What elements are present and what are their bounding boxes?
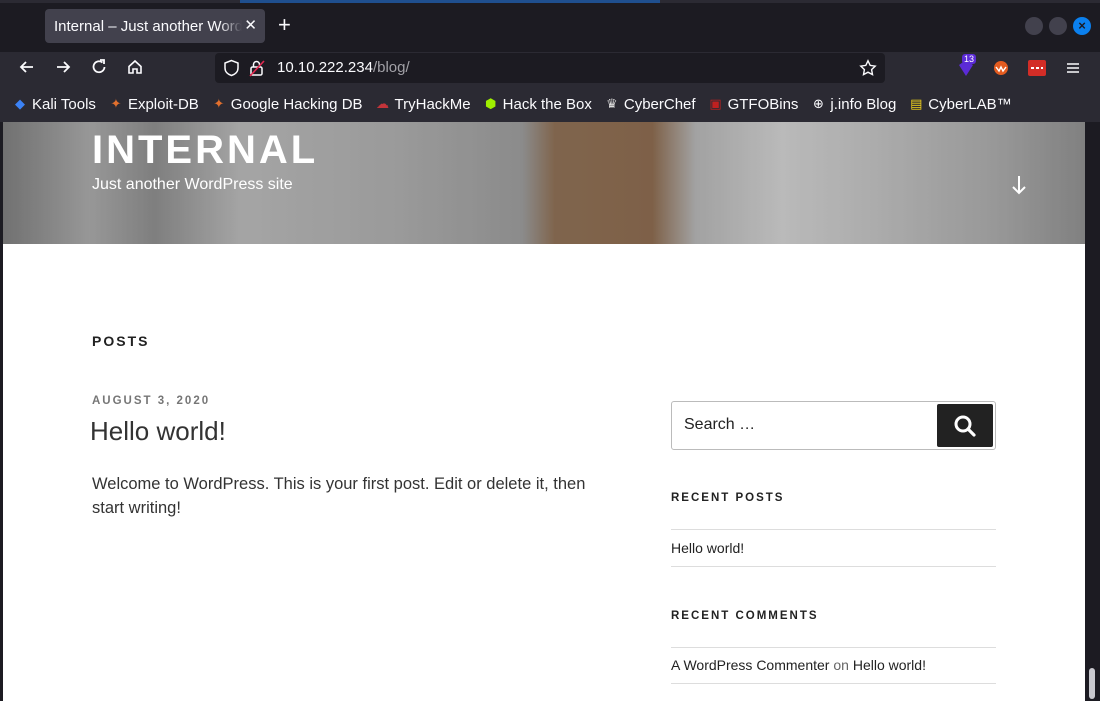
comment-author-link[interactable]: A WordPress Commenter xyxy=(671,657,829,673)
browser-titlebar: Internal – Just another WordPress site ✕… xyxy=(0,0,1100,52)
search-input[interactable]: Search … xyxy=(684,416,755,434)
browser-tab[interactable]: Internal – Just another WordPress site ✕ xyxy=(45,9,265,43)
tab-title: Internal – Just another WordPress site xyxy=(54,17,242,35)
cyberchef-icon: ♛ xyxy=(606,96,618,111)
divider xyxy=(671,566,996,567)
globe-icon: ⊕ xyxy=(812,96,824,111)
window-top-edge xyxy=(0,0,1100,3)
menu-icon[interactable] xyxy=(1064,59,1082,82)
window-close-button[interactable]: × xyxy=(1073,17,1091,35)
cyberlab-icon: ▤ xyxy=(910,96,923,111)
kali-icon: ◆ xyxy=(15,96,25,111)
address-bar[interactable]: 10.10.222.234/blog/ xyxy=(215,53,885,83)
home-icon[interactable] xyxy=(123,58,147,80)
htb-icon: ⬢ xyxy=(484,96,497,111)
bookmark-exploit-db[interactable]: ✦ Exploit-DB xyxy=(108,96,198,113)
wappalyzer-icon[interactable] xyxy=(992,59,1010,82)
recent-post-link[interactable]: Hello world! xyxy=(671,540,744,556)
gtfobins-icon: ▣ xyxy=(709,96,722,111)
bookmark-jinfo-blog[interactable]: ⊕ j.info Blog xyxy=(810,96,896,113)
shield-icon[interactable] xyxy=(223,59,240,82)
recent-posts-heading: RECENT POSTS xyxy=(671,492,785,504)
scroll-down-icon[interactable] xyxy=(1009,174,1029,202)
forward-icon[interactable] xyxy=(51,58,75,80)
reload-icon[interactable] xyxy=(87,58,111,80)
scrollbar-thumb[interactable] xyxy=(1089,668,1095,699)
divider xyxy=(671,683,996,684)
site-title[interactable]: INTERNAL xyxy=(92,128,318,173)
divider xyxy=(671,647,996,648)
post-excerpt: Welcome to WordPress. This is your first… xyxy=(92,475,586,517)
ghdb-icon: ✦ xyxy=(213,96,225,111)
extension-icon[interactable]: 13 xyxy=(956,54,977,78)
new-tab-button[interactable]: + xyxy=(278,13,291,37)
recent-comments-heading: RECENT COMMENTS xyxy=(671,610,819,622)
recent-comment-item: A WordPress Commenter on Hello world! xyxy=(671,657,926,673)
bookmark-tryhackme[interactable]: ☁ TryHackMe xyxy=(375,96,471,113)
url-host: 10.10.222.234 xyxy=(277,59,373,76)
bookmark-kali-tools[interactable]: ◆ Kali Tools xyxy=(12,96,96,113)
url-path: /blog/ xyxy=(372,59,410,76)
site-description: Just another WordPress site xyxy=(92,176,293,193)
divider xyxy=(671,529,996,530)
post-date[interactable]: AUGUST 3, 2020 xyxy=(92,395,210,407)
extension-badge: 13 xyxy=(962,54,977,64)
bookmark-star-icon[interactable] xyxy=(859,59,877,82)
insecure-lock-icon[interactable] xyxy=(249,59,265,82)
search-icon xyxy=(953,414,977,443)
search-button[interactable] xyxy=(937,404,993,447)
comment-post-link[interactable]: Hello world! xyxy=(853,657,926,673)
page-scrollbar[interactable] xyxy=(1085,122,1100,701)
bookmark-hack-the-box[interactable]: ⬢ Hack the Box xyxy=(483,96,592,113)
close-icon[interactable]: ✕ xyxy=(244,16,257,34)
back-icon[interactable] xyxy=(15,58,39,80)
search-form: Search … xyxy=(671,401,996,450)
post-title[interactable]: Hello world! xyxy=(90,416,226,447)
url-text[interactable]: 10.10.222.234/blog/ xyxy=(277,59,410,76)
minimize-button[interactable] xyxy=(1025,17,1043,35)
bookmark-cyberlab[interactable]: ▤ CyberLAB™ xyxy=(908,96,1012,113)
password-manager-icon[interactable] xyxy=(1028,60,1046,81)
comment-on-text: on xyxy=(833,657,849,673)
bookmark-google-hacking-db[interactable]: ✦ Google Hacking DB xyxy=(211,96,362,113)
page-viewport: INTERNAL Just another WordPress site POS… xyxy=(3,122,1085,701)
exploitdb-icon: ✦ xyxy=(110,96,122,111)
section-heading: POSTS xyxy=(92,333,150,349)
tryhackme-icon: ☁ xyxy=(376,96,390,111)
bookmark-gtfobins[interactable]: ▣ GTFOBins xyxy=(708,96,798,113)
maximize-button[interactable] xyxy=(1049,17,1067,35)
bookmarks-toolbar: ◆ Kali Tools ✦ Exploit-DB ✦ Google Hacking … xyxy=(0,86,1100,122)
bookmark-cyberchef[interactable]: ♛ CyberChef xyxy=(604,96,696,113)
